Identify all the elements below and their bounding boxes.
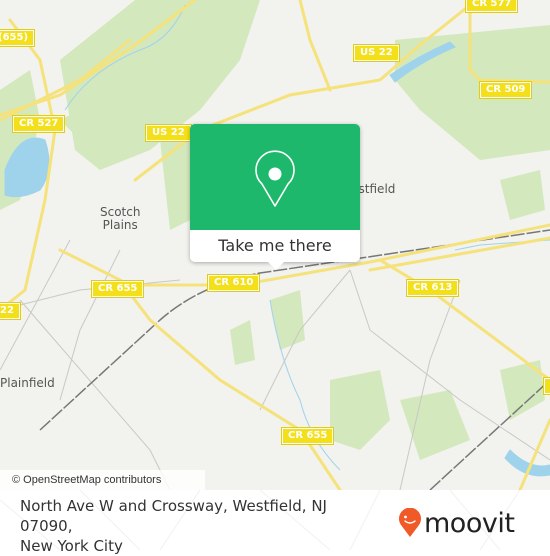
road <box>298 0 332 92</box>
place-label-plainfield: Plainfield <box>0 376 55 390</box>
popup-pointer <box>268 262 284 270</box>
park <box>400 390 470 460</box>
address-line-1: North Ave W and Crossway, Westfield, NJ … <box>20 497 327 535</box>
road <box>518 418 550 490</box>
road-shield-cr-613: CR 613 <box>405 279 460 297</box>
road-shield-cr-577: CR 577 <box>464 0 519 13</box>
road-shield-22: 22 <box>0 302 21 320</box>
road <box>123 285 342 490</box>
destination-popup: Take me there <box>190 124 360 270</box>
park <box>230 320 255 365</box>
road-shield-cr-655-south: CR 655 <box>280 427 335 445</box>
moovit-logo: moovit <box>398 507 515 539</box>
map-pin-icon <box>255 150 295 207</box>
popup-header <box>190 124 360 230</box>
park <box>330 370 390 450</box>
railway <box>39 229 550 490</box>
park <box>160 130 190 230</box>
road-shield-cr-509: CR 509 <box>478 81 533 99</box>
take-me-there-button[interactable]: Take me there <box>190 230 360 262</box>
park <box>500 170 545 220</box>
park <box>270 290 305 350</box>
road-shield-cr-527: CR 527 <box>11 115 66 133</box>
place-label-scotch-plains: Scotch Plains <box>100 205 141 232</box>
road-shield-cr-655-north: (655) <box>0 29 36 47</box>
moovit-pin-icon <box>399 508 421 537</box>
address-text: North Ave W and Crossway, Westfield, NJ … <box>20 496 380 556</box>
road-shield-us-22-west: US 22 <box>145 124 192 142</box>
moovit-wordmark: moovit <box>424 507 515 539</box>
road <box>378 258 550 382</box>
road-shield-edge <box>542 377 550 395</box>
address-line-2: New York City <box>20 537 123 555</box>
road-shield-cr-655-west: CR 655 <box>90 280 145 298</box>
map-attribution[interactable]: © OpenStreetMap contributors <box>0 470 205 490</box>
road-shield-us-22-east: US 22 <box>353 44 400 62</box>
road-shield-cr-610: CR 610 <box>206 274 261 292</box>
